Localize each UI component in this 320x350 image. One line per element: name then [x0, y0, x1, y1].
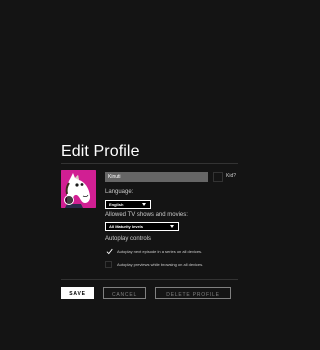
- profile-name-input[interactable]: [105, 172, 208, 182]
- cancel-button[interactable]: CANCEL: [103, 287, 146, 299]
- kid-label: Kid?: [226, 173, 237, 179]
- autoplay-next-episode-text: Autoplay next episode in a series on all…: [117, 249, 203, 254]
- chevron-down-icon: [142, 203, 146, 206]
- maturity-label: Allowed TV shows and movies:: [105, 212, 188, 218]
- edit-profile-page: Edit Profile Kid? Language: English Allo…: [0, 0, 300, 350]
- autoplay-label: Autoplay controls: [105, 236, 152, 242]
- language-selected: English: [109, 202, 124, 207]
- language-select[interactable]: English: [105, 200, 151, 209]
- save-button[interactable]: SAVE: [61, 287, 94, 299]
- maturity-select[interactable]: All Maturity levels: [105, 222, 179, 231]
- delete-profile-button[interactable]: DELETE PROFILE: [155, 287, 231, 299]
- chevron-down-icon: [170, 225, 174, 228]
- kid-checkbox[interactable]: [213, 172, 223, 182]
- maturity-selected: All Maturity levels: [109, 224, 144, 229]
- bottom-divider: [61, 279, 238, 280]
- language-label: Language:: [105, 189, 134, 195]
- page-title: Edit Profile: [61, 143, 140, 160]
- profile-avatar[interactable]: [61, 170, 96, 208]
- autoplay-previews-text: Autoplay previews while browsing on all …: [117, 262, 204, 267]
- top-divider: [61, 163, 238, 164]
- checkmark-icon[interactable]: [106, 248, 113, 255]
- pencil-icon[interactable]: [64, 195, 74, 205]
- autoplay-previews-checkbox[interactable]: [105, 261, 112, 268]
